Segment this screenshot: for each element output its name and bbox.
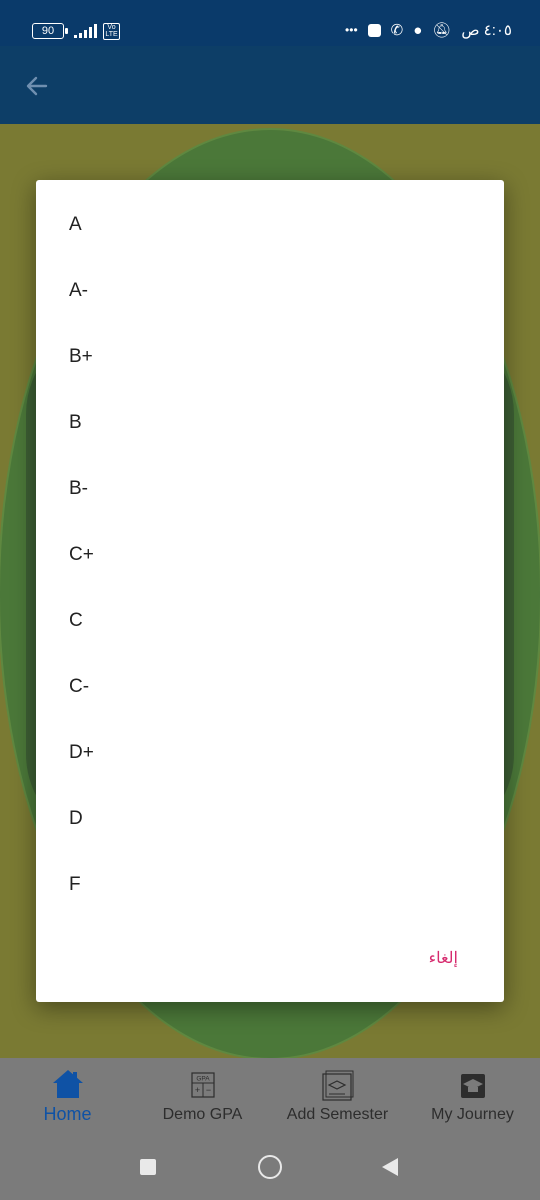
chat-bubble-icon: ●	[413, 21, 423, 39]
mute-bell-icon: 🔕︎	[432, 22, 452, 39]
home-icon	[51, 1068, 85, 1105]
grade-option-d[interactable]: D	[36, 786, 504, 852]
nav-label-add-semester: Add Semester	[286, 1106, 389, 1123]
nav-item-my-journey[interactable]: My Journey	[405, 1058, 540, 1136]
cancel-button[interactable]: إلغاء	[429, 948, 458, 968]
grade-option-c-plus[interactable]: C+	[36, 522, 504, 588]
grade-option-a-minus[interactable]: A-	[36, 258, 504, 324]
nav-label-my-journey: My Journey	[431, 1106, 514, 1123]
grade-option-d-plus[interactable]: D+	[36, 720, 504, 786]
home-button[interactable]	[258, 1155, 282, 1179]
graduation-icon	[457, 1070, 489, 1105]
svg-text:GPA: GPA	[196, 1076, 210, 1083]
nav-label-demo-gpa: Demo GPA	[162, 1106, 243, 1123]
back-arrow-icon[interactable]	[24, 73, 50, 99]
svg-text:+: +	[194, 1085, 199, 1095]
grade-option-f[interactable]: F	[36, 852, 504, 918]
nav-item-demo-gpa[interactable]: GPA + − Demo GPA	[135, 1058, 270, 1136]
grade-select-dialog: A A- B+ B B- C+ C C- D+ D F إلغاء	[36, 180, 504, 1002]
status-right-group: ••• ✆ ● 🔕︎ ٤:٠٥ ص	[345, 21, 512, 40]
bottom-navigation: Home GPA + − Demo GPA Add Semester My Jour…	[0, 1058, 540, 1136]
grade-option-c[interactable]: C	[36, 588, 504, 654]
add-semester-icon	[321, 1068, 355, 1107]
nav-label-home: Home	[43, 1104, 92, 1124]
calculator-icon: GPA + −	[190, 1072, 215, 1103]
grade-option-b[interactable]: B	[36, 390, 504, 456]
nav-item-home[interactable]: Home	[0, 1058, 135, 1136]
grade-option-b-plus[interactable]: B+	[36, 324, 504, 390]
volte-badge: Vo LTE	[103, 23, 120, 40]
status-bar: 90 Vo LTE ••• ✆ ● 🔕︎ ٤:٠٥ ص	[0, 0, 540, 46]
status-time: ٤:٠٥ ص	[461, 22, 512, 39]
app-bar	[0, 46, 540, 124]
signal-icon	[74, 22, 97, 38]
svg-text:−: −	[205, 1085, 210, 1095]
nav-item-add-semester[interactable]: Add Semester	[270, 1058, 405, 1136]
grade-option-a[interactable]: A	[36, 192, 504, 258]
grade-option-b-minus[interactable]: B-	[36, 456, 504, 522]
recents-button[interactable]	[140, 1159, 156, 1175]
battery-indicator: 90	[32, 23, 68, 39]
grade-option-c-minus[interactable]: C-	[36, 654, 504, 720]
overflow-dots-icon: •••	[345, 23, 358, 37]
notification-square-icon	[367, 23, 381, 37]
call-forward-icon: ✆	[390, 22, 404, 39]
system-navigation-bar	[0, 1136, 540, 1200]
back-button[interactable]	[382, 1158, 398, 1176]
